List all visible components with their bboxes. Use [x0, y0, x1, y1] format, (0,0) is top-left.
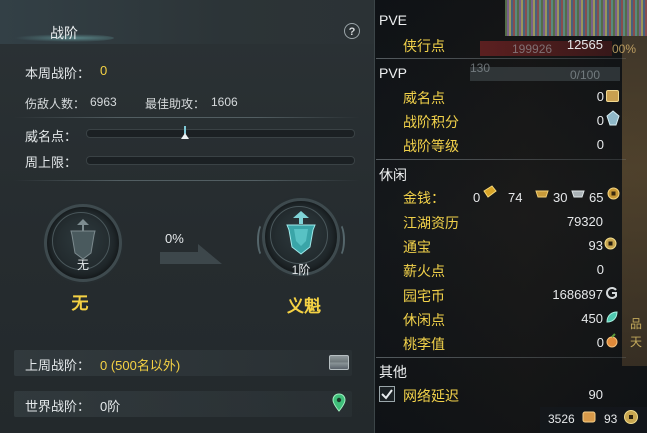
coin-icon — [624, 410, 638, 424]
peach-icon — [606, 333, 618, 348]
tongbao-coin-icon — [604, 237, 617, 250]
xinhuo-points-label: 薪火点 — [403, 263, 445, 279]
rank-score-value: 0 — [596, 113, 604, 128]
garden-coin-icon — [606, 287, 617, 299]
best-assist-value: 1606 — [211, 95, 238, 109]
chivalry-points-value: 12565 — [566, 37, 603, 52]
pve-header: PVE — [379, 12, 408, 28]
next-rank-emblem: 1阶 — [257, 198, 345, 277]
world-rank-value: 0阶 — [100, 399, 121, 414]
divider — [14, 180, 360, 181]
other-header: 其他 — [379, 364, 407, 380]
arrow-right-icon — [160, 244, 222, 264]
coin-icon — [607, 187, 620, 200]
background-side-text-1: 品 — [630, 317, 643, 331]
taoli-value-label: 桃李值 — [403, 336, 445, 352]
battle-rank-panel: 战阶 ? 本周战阶： 0 伤敌人数： 6963 最佳助攻： 1606 威名点： … — [0, 0, 375, 433]
jianghu-seniority-label: 江湖资历 — [403, 215, 459, 231]
background-mp-text: 0/100 — [570, 68, 601, 82]
leisure-header: 休闲 — [379, 167, 407, 183]
weekly-rank-value: 0 — [100, 63, 108, 78]
fame-points-row-value: 0 — [596, 89, 604, 104]
money-gold-value: 0 — [473, 190, 481, 205]
garden-coin-value: 1686897 — [552, 287, 603, 302]
crystal-icon — [606, 110, 620, 126]
section-divider — [376, 58, 626, 59]
kills-value: 6963 — [90, 95, 117, 109]
background-percent-text: 00% — [612, 42, 637, 56]
fame-points-row-label: 威名点 — [403, 90, 445, 106]
bottom-right-value: 93 — [604, 412, 618, 426]
current-rank-emblem: 无 — [44, 204, 122, 282]
money-label: 金钱： — [403, 190, 445, 206]
current-rank-tier: 无 — [76, 258, 89, 272]
last-week-value: 0 (500名以外) — [100, 358, 181, 373]
background-hp-text: 199926 — [512, 42, 553, 56]
money-silver-value: 74 — [508, 190, 523, 205]
rank-level-value: 0 — [596, 137, 604, 152]
last-week-label: 上周战阶： — [25, 358, 91, 373]
gold-ingot-icon — [483, 185, 497, 198]
taoli-value-value: 0 — [596, 335, 604, 350]
silver-ingot-icon — [535, 190, 549, 198]
current-rank-name: 无 — [71, 294, 89, 313]
scroll-icon — [582, 411, 596, 423]
background-game-hud-stripes — [505, 0, 647, 36]
reward-chest-icon[interactable] — [329, 355, 349, 370]
jianghu-seniority-value: 79320 — [566, 214, 603, 229]
bottom-left-value: 3526 — [548, 412, 575, 426]
fame-token-icon — [606, 90, 619, 102]
section-divider — [376, 159, 626, 160]
next-rank-tier: 1阶 — [291, 263, 311, 277]
weekly-cap-label: 周上限： — [25, 155, 78, 170]
rank-level-label: 战阶等级 — [403, 138, 459, 154]
network-latency-checkbox[interactable] — [379, 386, 395, 402]
network-latency-value: 90 — [588, 387, 603, 402]
leisure-points-value: 450 — [581, 311, 603, 326]
rank-score-label: 战阶积分 — [403, 114, 459, 130]
leaf-icon — [606, 311, 618, 323]
divider — [14, 117, 360, 118]
leisure-points-label: 休闲点 — [403, 312, 445, 328]
garden-coin-label: 园宅币 — [403, 288, 445, 304]
fame-points-label: 威名点： — [25, 129, 78, 144]
money-copper-a-value: 30 — [553, 190, 568, 205]
network-latency-label: 网络延迟 — [403, 388, 459, 404]
pvp-header: PVP — [379, 65, 408, 81]
kills-label: 伤敌人数： — [25, 97, 86, 111]
chivalry-points-label: 侠行点 — [403, 38, 445, 54]
xinhuo-points-value: 0 — [596, 262, 604, 277]
weekly-cap-bar — [86, 156, 355, 165]
tongbao-value: 93 — [588, 238, 603, 253]
weekly-rank-label: 本周战阶： — [25, 66, 91, 81]
copper-ingot-icon — [571, 190, 585, 198]
location-pin-icon[interactable] — [332, 393, 346, 413]
background-side-text-2: 天 — [630, 335, 643, 349]
tongbao-label: 通宝 — [403, 239, 431, 255]
section-divider — [376, 357, 626, 358]
background-level-text: 130 — [470, 61, 491, 75]
next-rank-name: 义魁 — [287, 297, 321, 316]
checkmark-icon — [381, 389, 393, 400]
best-assist-label: 最佳助攻： — [145, 97, 206, 111]
help-button[interactable]: ? — [344, 23, 360, 39]
money-copper-b-value: 65 — [589, 190, 604, 205]
panel-title: 战阶 — [50, 25, 78, 41]
fame-points-bar — [86, 126, 355, 139]
world-rank-label: 世界战阶： — [25, 399, 91, 414]
